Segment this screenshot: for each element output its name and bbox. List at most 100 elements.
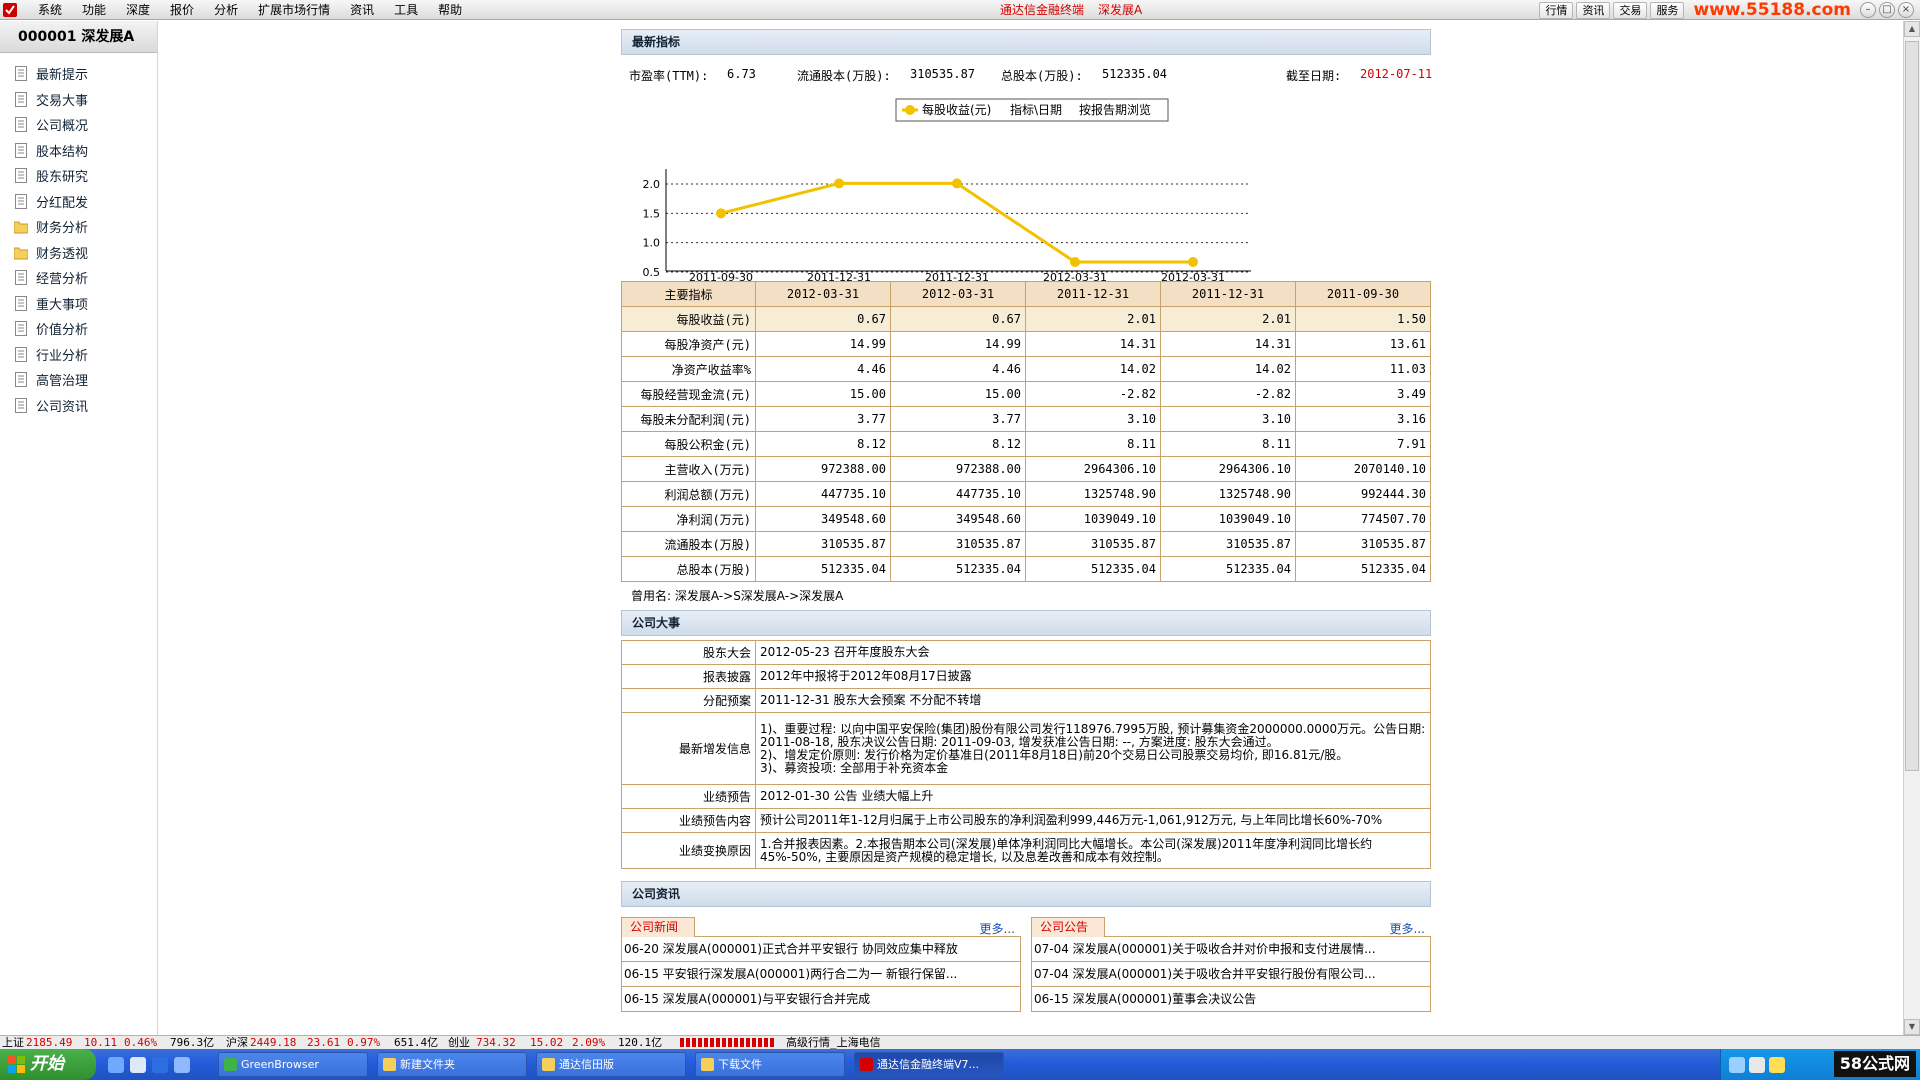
sidebar-item-4[interactable]: 股东研究: [0, 163, 157, 189]
data-point[interactable]: [1188, 257, 1198, 268]
task-tdx-folder[interactable]: 通达信田版: [536, 1052, 686, 1077]
sidebar-item-7[interactable]: 财务透视: [0, 240, 157, 266]
sidebar-item-11[interactable]: 行业分析: [0, 342, 157, 368]
table-cell: 1039049.10: [1025, 506, 1161, 532]
volume-icon[interactable]: [1749, 1057, 1765, 1073]
sidebar-item-12[interactable]: 高管治理: [0, 367, 157, 393]
nav-list: 最新提示 交易大事 公司概况 股本结构 股东研究 分红配发 财务分析 财务透视 经营分析 重大事项…: [0, 53, 157, 418]
show-desktop-icon[interactable]: [108, 1057, 124, 1073]
legend-browse-by-period[interactable]: 按报告期浏览: [1079, 102, 1151, 117]
tab-company-notices[interactable]: 公司公告: [1031, 917, 1105, 937]
qq-icon[interactable]: [1769, 1057, 1785, 1073]
table-cell: 7.91: [1295, 431, 1431, 457]
minimize-icon[interactable]: –: [1860, 2, 1876, 18]
quick-launch-doc-icon[interactable]: [130, 1057, 146, 1073]
news-item[interactable]: 06-15 深发展A(000001)与平安银行合并完成: [622, 987, 1020, 1012]
table-cell: 2964306.10: [1025, 456, 1161, 482]
menu-function[interactable]: 功能: [72, 0, 116, 20]
table-cell: -2.82: [1160, 381, 1296, 407]
event-row: 业绩变换原因 1.合并报表因素。2.本报告期本公司(深发展)单体净利润同比大幅增长…: [621, 832, 1431, 869]
y-tick-label: 1.5: [643, 207, 661, 220]
task-tdx-terminal[interactable]: 通达信金融终端V7...: [854, 1052, 1004, 1077]
trade-button[interactable]: 交易: [1613, 1, 1648, 19]
data-point[interactable]: [952, 178, 962, 189]
table-row: 主营收入(万元) 972388.00 972388.00 2964306.10 2964…: [621, 456, 1431, 482]
menu-tools[interactable]: 工具: [384, 0, 428, 20]
legend-indicator-date[interactable]: 指标\日期: [1010, 102, 1062, 117]
sidebar-item-0[interactable]: 最新提示: [0, 61, 157, 87]
data-point[interactable]: [1070, 257, 1080, 268]
cy-index-change: 15.02: [530, 1036, 564, 1049]
table-cell: 972388.00: [755, 456, 891, 482]
notice-more-link[interactable]: 更多...: [1390, 920, 1425, 937]
table-cell: 512335.04: [890, 556, 1026, 582]
system-tray: 58公式网: [1720, 1049, 1920, 1080]
row-label: 净利润(万元): [621, 506, 756, 532]
sidebar-item-10[interactable]: 价值分析: [0, 316, 157, 342]
pe-label: 市盈率(TTM):: [629, 69, 709, 83]
start-button[interactable]: 开始: [0, 1049, 96, 1080]
sidebar-item-3[interactable]: 股本结构: [0, 138, 157, 164]
news-item[interactable]: 07-04 深发展A(000001)关于吸收合并平安银行股份有限公司...: [1032, 962, 1430, 987]
sidebar-item-2[interactable]: 公司概况: [0, 112, 157, 138]
data-point[interactable]: [716, 208, 726, 219]
service-button[interactable]: 服务: [1650, 1, 1685, 19]
table-cell: 774507.70: [1295, 506, 1431, 532]
news-item[interactable]: 06-15 深发展A(000001)董事会决议公告: [1032, 987, 1430, 1012]
table-corner: 主要指标: [621, 281, 756, 307]
hs-index-value: 2449.18: [250, 1036, 297, 1049]
start-label: 开始: [30, 1054, 64, 1074]
sidebar-item-9[interactable]: 重大事项: [0, 291, 157, 317]
menu-help[interactable]: 帮助: [428, 0, 472, 20]
doc-icon: [15, 168, 27, 184]
quotes-button[interactable]: 行情: [1539, 1, 1574, 19]
network-icon[interactable]: [1729, 1057, 1745, 1073]
sidebar-item-label: 行业分析: [36, 348, 89, 364]
sidebar-item-13[interactable]: 公司资讯: [0, 393, 157, 419]
table-cell: 512335.04: [1025, 556, 1161, 582]
menu-system[interactable]: 系统: [28, 0, 72, 20]
event-row: 业绩预告 2012-01-30 公告 业绩大幅上升: [621, 784, 1431, 809]
table-cell: 13.61: [1295, 331, 1431, 357]
menu-info[interactable]: 资讯: [340, 0, 384, 20]
menu-quote[interactable]: 报价: [160, 0, 204, 20]
news-more-link[interactable]: 更多...: [980, 920, 1015, 937]
stock-header: 000001 深发展A: [0, 21, 157, 53]
task-new-folder[interactable]: 新建文件夹: [377, 1052, 527, 1077]
close-icon[interactable]: ×: [1898, 2, 1914, 18]
menu-extended-market[interactable]: 扩展市场行情: [248, 0, 340, 20]
folder-icon: [383, 1058, 396, 1071]
chart-legend[interactable]: 每股收益(元) 指标\日期 按报告期浏览: [895, 98, 1169, 122]
scroll-up-icon[interactable]: ▲: [1904, 21, 1920, 37]
watermark: www.55188.com: [1693, 0, 1851, 20]
sidebar-item-6[interactable]: 财务分析: [0, 214, 157, 240]
menu-depth[interactable]: 深度: [116, 0, 160, 20]
date-col-4: 2011-12-31: [1160, 281, 1296, 307]
row-label: 主营收入(万元): [621, 456, 756, 482]
company-events-table: 股东大会 2012-05-23 召开年度股东大会 报表披露 2012年中报将于2012…: [621, 640, 1431, 869]
news-item[interactable]: 06-20 深发展A(000001)正式合并平安银行 协同效应集中释放: [622, 937, 1020, 962]
sidebar-item-label: 价值分析: [36, 323, 89, 339]
sidebar-item-5[interactable]: 分红配发: [0, 189, 157, 215]
ie-icon[interactable]: [152, 1057, 168, 1073]
app-logo-icon[interactable]: [2, 2, 18, 18]
tab-company-news[interactable]: 公司新闻: [621, 917, 695, 937]
vertical-scrollbar[interactable]: ▲ ▼: [1903, 21, 1920, 1035]
news-item[interactable]: 07-04 深发展A(000001)关于吸收合并对价申报和支付进展情...: [1032, 937, 1430, 962]
info-button[interactable]: 资讯: [1576, 1, 1611, 19]
task-greenbrowser[interactable]: GreenBrowser: [218, 1052, 368, 1077]
data-point[interactable]: [834, 178, 844, 189]
menu-analysis[interactable]: 分析: [204, 0, 248, 20]
news-item[interactable]: 06-15 平安银行深发展A(000001)两行合二为一 新银行保留...: [622, 962, 1020, 987]
scroll-down-icon[interactable]: ▼: [1904, 1019, 1920, 1035]
sidebar-item-8[interactable]: 经营分析: [0, 265, 157, 291]
restore-icon[interactable]: □: [1879, 2, 1895, 18]
doc-icon: [15, 142, 27, 158]
table-cell: 1325748.90: [1025, 481, 1161, 507]
quick-launch-app-icon[interactable]: [174, 1057, 190, 1073]
task-downloads[interactable]: 下载文件: [695, 1052, 845, 1077]
table-cell: 512335.04: [1295, 556, 1431, 582]
sidebar-item-1[interactable]: 交易大事: [0, 87, 157, 113]
scroll-thumb[interactable]: [1905, 41, 1919, 771]
table-row: 每股未分配利润(元) 3.77 3.77 3.10 3.10 3.16: [621, 406, 1431, 432]
